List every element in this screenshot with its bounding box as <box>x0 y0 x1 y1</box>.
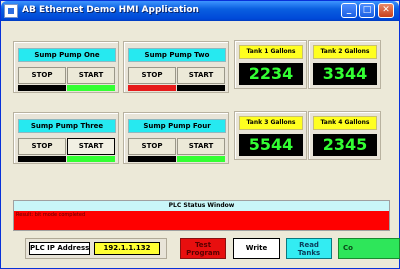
pump-one-panel: Sump Pump One STOP START <box>13 41 119 93</box>
app-window: AB Ethernet Demo HMI Application _ □ ✕ S… <box>0 0 400 269</box>
plc-status-log[interactable]: Result: bit mode completed <box>14 211 389 230</box>
read-tanks-button[interactable]: Read Tanks <box>286 238 332 259</box>
title-bar[interactable]: AB Ethernet Demo HMI Application _ □ ✕ <box>1 1 399 21</box>
pump-two-start-button[interactable]: START <box>177 67 225 84</box>
maximize-icon: □ <box>362 5 372 15</box>
plc-ip-panel: PLC IP Address 192.1.1.132 <box>25 238 167 259</box>
pump-one-start-indicator <box>67 85 115 91</box>
tank-1-panel: Tank 1 Gallons 2234 <box>234 40 307 89</box>
plc-status-message: Result: bit mode completed <box>16 212 86 218</box>
connect-button[interactable]: Co <box>338 238 400 259</box>
pump-one-title: Sump Pump One <box>18 48 116 62</box>
tank-2-panel: Tank 2 Gallons 3344 <box>308 40 381 89</box>
plc-ip-label: PLC IP Address <box>29 242 90 255</box>
pump-three-panel: Sump Pump Three STOP START <box>13 112 119 164</box>
pump-one-stop-indicator <box>18 85 66 91</box>
pump-four-start-indicator <box>177 156 225 162</box>
pump-two-stop-button[interactable]: STOP <box>128 67 176 84</box>
read-tanks-label-line1: Read <box>299 241 319 249</box>
tank-2-value: 3344 <box>313 63 377 85</box>
write-button[interactable]: Write <box>233 238 280 259</box>
pump-two-stop-indicator <box>128 85 176 91</box>
tank-3-panel: Tank 3 Gallons 5544 <box>234 111 307 160</box>
tank-1-title: Tank 1 Gallons <box>239 45 303 59</box>
plc-status-title: PLC Status Window <box>14 201 389 211</box>
tank-2-title: Tank 2 Gallons <box>313 45 377 59</box>
app-icon <box>4 4 18 18</box>
plc-ip-field[interactable]: 192.1.1.132 <box>94 242 160 255</box>
pump-two-title: Sump Pump Two <box>128 48 226 62</box>
pump-three-title: Sump Pump Three <box>18 119 116 133</box>
pump-three-start-indicator <box>67 156 115 162</box>
close-button[interactable]: ✕ <box>378 3 394 18</box>
pump-three-start-button[interactable]: START <box>67 138 115 155</box>
pump-two-panel: Sump Pump Two STOP START <box>123 41 229 93</box>
tank-4-panel: Tank 4 Gallons 2345 <box>308 111 381 160</box>
tank-4-value: 2345 <box>313 134 377 156</box>
read-tanks-label-line2: Tanks <box>297 249 321 257</box>
window-title: AB Ethernet Demo HMI Application <box>22 5 199 15</box>
tank-3-title: Tank 3 Gallons <box>239 116 303 130</box>
pump-one-start-button[interactable]: START <box>67 67 115 84</box>
pump-two-start-indicator <box>177 85 225 91</box>
minimize-icon: _ <box>346 5 352 15</box>
pump-four-stop-indicator <box>128 156 176 162</box>
pump-three-stop-indicator <box>18 156 66 162</box>
test-program-label-line2: Program <box>186 249 220 257</box>
pump-three-stop-button[interactable]: STOP <box>18 138 66 155</box>
plc-status-window: PLC Status Window Result: bit mode compl… <box>13 200 390 231</box>
maximize-button[interactable]: □ <box>359 3 375 18</box>
tank-1-value: 2234 <box>239 63 303 85</box>
tank-4-title: Tank 4 Gallons <box>313 116 377 130</box>
test-program-button[interactable]: Test Program <box>180 238 226 259</box>
minimize-button[interactable]: _ <box>341 3 357 18</box>
pump-one-stop-button[interactable]: STOP <box>18 67 66 84</box>
close-icon: ✕ <box>382 5 390 15</box>
pump-four-stop-button[interactable]: STOP <box>128 138 176 155</box>
pump-four-start-button[interactable]: START <box>177 138 225 155</box>
pump-four-panel: Sump Pump Four STOP START <box>123 112 229 164</box>
pump-four-title: Sump Pump Four <box>128 119 226 133</box>
tank-3-value: 5544 <box>239 134 303 156</box>
test-program-label-line1: Test <box>194 241 212 249</box>
